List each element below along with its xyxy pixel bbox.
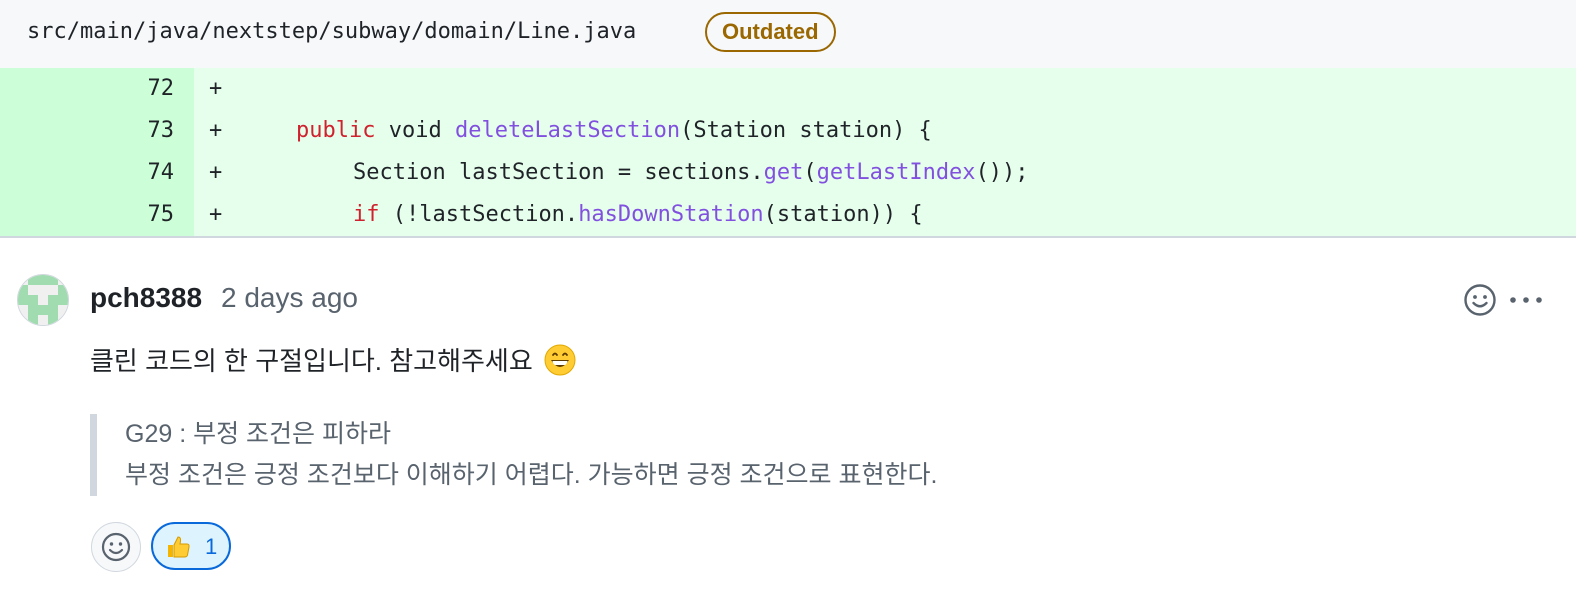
comment-body: 클린 코드의 한 구절입니다. 참고해주세요 (90, 342, 576, 380)
thumbs-up-reaction-button[interactable]: 1 (151, 522, 231, 570)
code-method-name: deleteLastSection (454, 118, 681, 143)
quote-title: G29 : 부정 조건은 피하라 (125, 420, 391, 448)
line-number[interactable]: 73 (0, 110, 175, 152)
comment-body-text: 클린 코드의 한 구절입니다. 참고해주세요 (90, 346, 533, 376)
code-keyword: if (353, 202, 380, 227)
diff-hunk: 72 + 73 + public void deleteLastSection(… (0, 68, 1576, 238)
identicon-icon (18, 275, 68, 325)
code-call: getLastIndex (816, 160, 976, 185)
comment-author[interactable]: pch8388 (90, 280, 202, 316)
added-marker: + (209, 76, 223, 101)
added-marker: + (209, 202, 223, 227)
code-call: get (763, 160, 804, 185)
code-text: if (!lastSection.hasDownStation(station)… (353, 194, 923, 236)
code-params: (Station station) { (680, 118, 932, 143)
added-marker: + (209, 160, 223, 185)
add-reaction-icon[interactable] (1462, 282, 1498, 318)
code-tail: ()); (975, 160, 1029, 185)
file-path-link[interactable]: src/main/java/nextstep/subway/domain/Lin… (27, 16, 636, 48)
file-header: src/main/java/nextstep/subway/domain/Lin… (0, 0, 1576, 68)
diff-line: 72 + (0, 68, 1576, 110)
reaction-count: 1 (205, 534, 218, 559)
quote-text: 부정 조건은 긍정 조건보다 이해하기 어렵다. 가능하면 긍정 조건으로 표현… (125, 461, 938, 489)
code-call: hasDownStation (578, 202, 764, 227)
added-marker: + (209, 118, 223, 143)
line-number[interactable]: 72 (0, 68, 175, 110)
code-type: void (388, 118, 442, 143)
line-number[interactable]: 75 (0, 194, 175, 236)
smiley-icon (101, 532, 131, 562)
code-text: Section lastSection = sections.get(getLa… (353, 152, 1029, 194)
diff-line: 73 + public void deleteLastSection(Stati… (0, 110, 1576, 152)
add-reaction-button[interactable] (91, 522, 141, 572)
comment-timestamp[interactable]: 2 days ago (221, 280, 358, 316)
outdated-badge: Outdated (705, 12, 836, 52)
grinning-face-emoji-icon (544, 344, 576, 376)
more-options-icon[interactable] (1508, 282, 1544, 318)
code-paren: ( (803, 160, 817, 185)
blockquote: G29 : 부정 조건은 피하라 부정 조건은 긍정 조건보다 이해하기 어렵다… (90, 414, 937, 496)
code-keyword: public (296, 118, 376, 143)
avatar[interactable] (17, 274, 69, 326)
code-condition: (!lastSection. (379, 202, 579, 227)
line-number[interactable]: 74 (0, 152, 175, 194)
diff-line: 75 + if (!lastSection.hasDownStation(sta… (0, 194, 1576, 236)
code-text: public void deleteLastSection(Station st… (296, 110, 932, 152)
code-tail: (station)) { (763, 202, 923, 227)
code-declaration: Section lastSection = sections. (353, 160, 764, 185)
thumbs-up-icon (165, 534, 191, 560)
diff-line: 74 + Section lastSection = sections.get(… (0, 152, 1576, 194)
